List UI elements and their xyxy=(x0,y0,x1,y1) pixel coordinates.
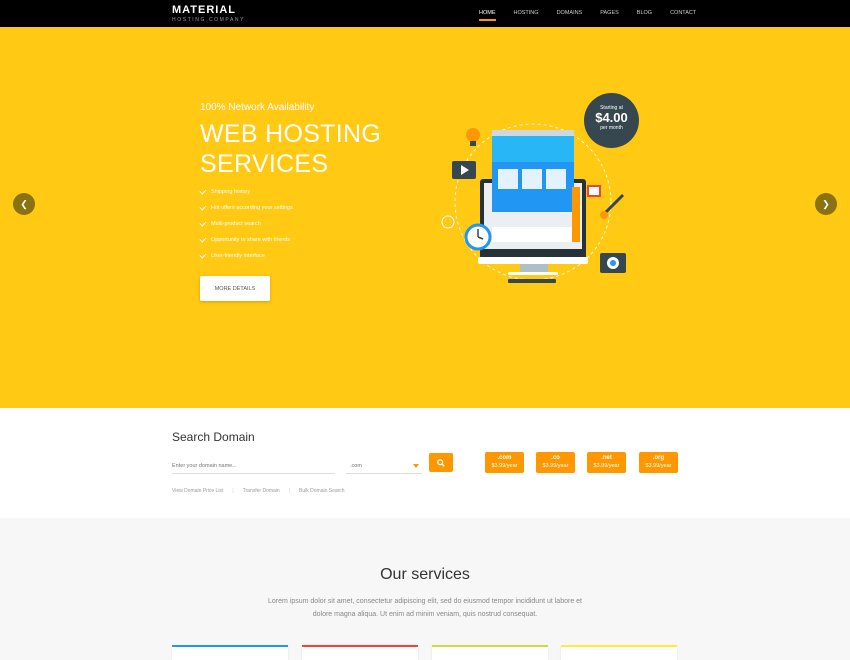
feature-label: Shipping history xyxy=(211,189,251,195)
main-nav: HOME HOSTING DOMAINS PAGES BLOG CONTACT xyxy=(470,0,705,27)
search-domain-section: Search Domain .com View Domain Price Lis… xyxy=(0,408,850,518)
check-icon xyxy=(199,187,207,195)
check-icon xyxy=(199,219,207,227)
feature-label: User-friendly interface xyxy=(211,253,265,259)
price-badge: Starting at $4.00 per month xyxy=(584,93,639,148)
service-card[interactable] xyxy=(561,645,677,660)
hero-slider: 100% Network Availability WEB HOSTING SE… xyxy=(0,27,850,408)
tld-price: $3.99/year xyxy=(593,463,620,469)
link-bulk-domain-search[interactable]: Bulk Domain Search xyxy=(299,488,345,494)
chevron-right-icon: ❯ xyxy=(822,199,830,209)
more-details-button[interactable]: MORE DETAILS xyxy=(200,276,270,301)
nav-contact[interactable]: CONTACT xyxy=(661,0,705,27)
logo-tagline: HOSTING COMPANY xyxy=(172,17,246,23)
domain-search-button[interactable] xyxy=(429,453,453,472)
logo-name: MATERIAL xyxy=(172,4,237,16)
services-description-line1: Lorem ipsum dolor sit amet, consectetur … xyxy=(268,598,582,605)
service-card[interactable] xyxy=(172,645,288,660)
divider: | xyxy=(288,488,291,494)
feature-label: Multi-product search xyxy=(211,221,261,227)
nav-blog[interactable]: BLOG xyxy=(628,0,661,27)
tld-price: $3.99/year xyxy=(645,463,672,469)
check-icon xyxy=(199,251,207,259)
price-value: $4.00 xyxy=(595,110,628,125)
feature-item: Hot offers according your settings xyxy=(199,200,293,216)
tld-price-com[interactable]: .com $3.99/year xyxy=(485,452,524,473)
logo[interactable]: MATERIAL HOSTING COMPANY xyxy=(172,4,246,24)
services-section: Our services Lorem ipsum dolor sit amet,… xyxy=(0,518,850,660)
slider-next-button[interactable]: ❯ xyxy=(815,193,837,215)
nav-pages[interactable]: PAGES xyxy=(591,0,628,27)
tld-price-org[interactable]: .org $3.99/year xyxy=(639,452,678,473)
link-domain-price-list[interactable]: View Domain Price List xyxy=(172,488,223,494)
check-icon xyxy=(199,235,207,243)
hero-kicker: 100% Network Availability xyxy=(200,102,315,113)
feature-item: Opportunity to share with friends xyxy=(199,232,293,248)
nav-hosting[interactable]: HOSTING xyxy=(505,0,548,27)
hero-title: WEB HOSTING SERVICES xyxy=(200,119,381,179)
search-domain-title: Search Domain xyxy=(172,430,255,444)
service-card[interactable] xyxy=(302,645,418,660)
service-card[interactable] xyxy=(432,645,548,660)
tld-ext: .net xyxy=(601,455,612,461)
tld-ext: .com xyxy=(497,455,512,461)
domain-search-input[interactable] xyxy=(172,458,335,474)
feature-list: Shipping history Hot offers according yo… xyxy=(199,184,293,264)
search-icon xyxy=(437,458,445,467)
feature-item: Multi-product search xyxy=(199,216,293,232)
link-transfer-domain[interactable]: Transfer Domain xyxy=(243,488,280,494)
caret-down-icon xyxy=(413,464,419,468)
feature-item: User-friendly interface xyxy=(199,248,293,264)
check-icon xyxy=(199,203,207,211)
nav-home[interactable]: HOME xyxy=(470,0,505,27)
hero-title-line2: SERVICES xyxy=(200,150,329,178)
feature-label: Opportunity to share with friends xyxy=(211,237,291,243)
nav-domains[interactable]: DOMAINS xyxy=(548,0,592,27)
tld-price-co[interactable]: .co $3.99/year xyxy=(536,452,575,473)
services-description-line2: dolore magna aliqua. Ut enim ad minim ve… xyxy=(312,611,538,618)
chevron-left-icon: ❮ xyxy=(20,199,28,209)
tld-price: $3.99/year xyxy=(542,463,569,469)
feature-item: Shipping history xyxy=(199,184,293,200)
tld-select-value: .com xyxy=(350,463,362,469)
navbar: MATERIAL HOSTING COMPANY HOME HOSTING DO… xyxy=(0,0,850,27)
tld-ext: .co xyxy=(551,455,560,461)
tld-select[interactable]: .com xyxy=(346,458,422,474)
domain-links: View Domain Price List | Transfer Domain… xyxy=(172,488,345,494)
hero-title-line1: WEB HOSTING xyxy=(200,120,382,148)
services-description: Lorem ipsum dolor sit amet, consectetur … xyxy=(260,595,590,621)
divider: | xyxy=(232,488,234,494)
tld-price: $3.99/year xyxy=(491,463,518,469)
tld-price-net[interactable]: .net $3.99/year xyxy=(587,452,626,473)
price-label-bottom: per month xyxy=(600,125,623,131)
slider-prev-button[interactable]: ❮ xyxy=(13,193,35,215)
services-title: Our services xyxy=(380,566,470,583)
feature-label: Hot offers according your settings xyxy=(211,205,293,211)
tld-ext: .org xyxy=(652,455,665,461)
